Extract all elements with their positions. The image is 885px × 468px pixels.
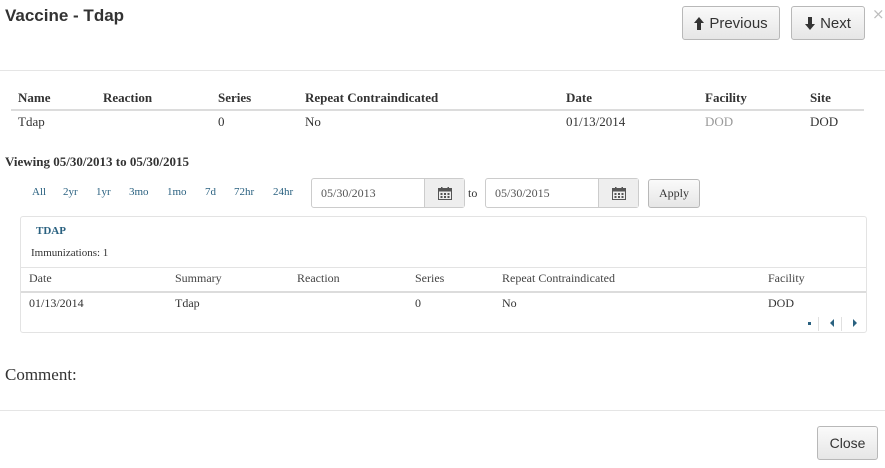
table-row[interactable]: 01/13/2014 Tdap 0 No DOD bbox=[21, 292, 866, 314]
immunization-header-row: Date Summary Reaction Series Repeat Cont… bbox=[21, 267, 866, 293]
range-7d-link[interactable]: 7d bbox=[205, 186, 216, 198]
col-series[interactable]: Series bbox=[407, 267, 494, 293]
vaccine-detail-table: Name Reaction Series Repeat Contraindica… bbox=[11, 88, 864, 133]
col-name: Name bbox=[11, 88, 96, 111]
range-3mo-link[interactable]: 3mo bbox=[129, 186, 149, 198]
close-button[interactable]: Close bbox=[817, 426, 878, 460]
col-reaction: Reaction bbox=[96, 88, 211, 111]
footer-divider bbox=[0, 410, 885, 411]
col-date: Date bbox=[559, 88, 698, 111]
header-divider bbox=[0, 70, 885, 71]
calendar-icon bbox=[611, 186, 626, 200]
date-from-value: 05/30/2013 bbox=[321, 185, 376, 200]
range-all-link[interactable]: All bbox=[32, 186, 46, 198]
immunization-table: Date Summary Reaction Series Repeat Cont… bbox=[21, 267, 866, 314]
range-2yr-link[interactable]: 2yr bbox=[63, 186, 78, 198]
cell-name: Tdap bbox=[18, 114, 45, 129]
col-reaction[interactable]: Reaction bbox=[289, 267, 407, 293]
col-date[interactable]: Date bbox=[21, 267, 167, 293]
range-1yr-link[interactable]: 1yr bbox=[96, 186, 111, 198]
col-facility[interactable]: Facility bbox=[760, 267, 866, 293]
immunization-panel: TDAP Immunizations: 1 Date Summary React… bbox=[20, 216, 867, 333]
cell-series: 0 bbox=[218, 114, 225, 129]
arrow-up-icon bbox=[694, 16, 705, 30]
date-from-calendar-button[interactable] bbox=[424, 179, 464, 207]
vaccine-table-header-row: Name Reaction Series Repeat Contraindica… bbox=[11, 88, 864, 111]
cell-reaction bbox=[289, 292, 407, 314]
date-from-field[interactable]: 05/30/2013 bbox=[311, 178, 465, 208]
apply-button[interactable]: Apply bbox=[648, 179, 700, 208]
cell-date: 01/13/2014 bbox=[29, 295, 84, 310]
pager-divider bbox=[841, 317, 842, 331]
cell-reaction bbox=[96, 110, 211, 133]
cell-facility: DOD bbox=[705, 114, 734, 129]
cell-repeat-contraindicated: No bbox=[305, 114, 321, 129]
cell-facility: DOD bbox=[768, 295, 794, 310]
col-series: Series bbox=[211, 88, 298, 111]
comment-label: Comment: bbox=[5, 365, 77, 384]
viewing-range-text: Viewing 05/30/2013 to 05/30/2015 bbox=[5, 154, 190, 169]
cell-repeat-contraindicated: No bbox=[502, 295, 517, 310]
caret-left-icon[interactable] bbox=[828, 317, 836, 331]
cell-site: DOD bbox=[810, 114, 839, 129]
modal-title: Vaccine - Tdap bbox=[5, 6, 125, 25]
panel-title-link[interactable]: TDAP bbox=[36, 225, 66, 237]
caret-right-icon[interactable] bbox=[851, 317, 859, 331]
date-to-field[interactable]: 05/30/2015 bbox=[485, 178, 639, 208]
immunizations-count: Immunizations: 1 bbox=[31, 247, 109, 259]
previous-button[interactable]: Previous bbox=[682, 6, 780, 40]
date-to-calendar-button[interactable] bbox=[598, 179, 638, 207]
date-to-value: 05/30/2015 bbox=[495, 185, 550, 200]
pager-divider bbox=[818, 317, 819, 331]
arrow-down-icon bbox=[805, 16, 816, 30]
cell-series: 0 bbox=[415, 295, 421, 310]
cell-summary: Tdap bbox=[175, 295, 200, 310]
close-x-button[interactable]: × bbox=[872, 5, 885, 23]
next-label: Next bbox=[820, 14, 851, 32]
pager-dot-icon bbox=[808, 317, 812, 331]
col-site: Site bbox=[803, 88, 864, 111]
previous-label: Previous bbox=[709, 14, 768, 32]
next-button[interactable]: Next bbox=[791, 6, 865, 40]
to-label: to bbox=[468, 186, 478, 200]
range-1mo-link[interactable]: 1mo bbox=[167, 186, 187, 198]
range-72hr-link[interactable]: 72hr bbox=[234, 186, 254, 198]
col-facility: Facility bbox=[698, 88, 803, 111]
cell-date: 01/13/2014 bbox=[566, 114, 626, 129]
table-row: Tdap 0 No 01/13/2014 DOD DOD bbox=[11, 110, 864, 133]
col-repeat-contraindicated[interactable]: Repeat Contraindicated bbox=[494, 267, 760, 293]
col-summary[interactable]: Summary bbox=[167, 267, 289, 293]
calendar-icon bbox=[437, 186, 452, 200]
col-repeat-contraindicated: Repeat Contraindicated bbox=[298, 88, 559, 111]
range-24hr-link[interactable]: 24hr bbox=[273, 186, 293, 198]
